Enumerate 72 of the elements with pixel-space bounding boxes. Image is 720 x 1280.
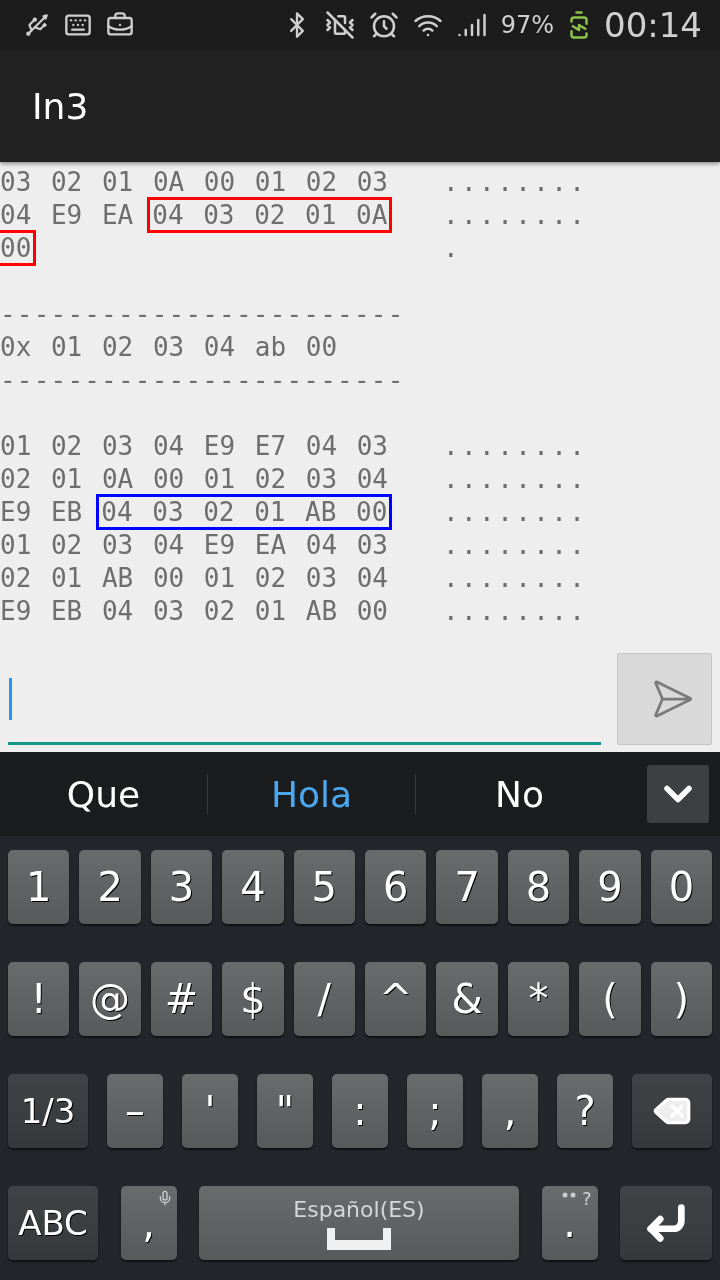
suggestion[interactable]: Que — [0, 773, 207, 815]
highlighted-bytes: 00 — [0, 232, 34, 263]
hex-bytes: 02 01 0A 00 01 02 03 04 — [0, 463, 389, 494]
key[interactable]: 4 — [222, 850, 284, 924]
app-title: In3 — [32, 85, 89, 127]
briefcase-icon — [106, 11, 134, 39]
key[interactable]: & — [436, 962, 498, 1036]
hex-bytes: 01 02 03 04 E9 E7 04 03 — [0, 430, 389, 461]
key[interactable]: ) — [650, 962, 713, 1036]
battery-percent: 97% — [500, 11, 554, 39]
suggestion[interactable]: Hola — [208, 773, 415, 815]
suggestion[interactable]: No — [416, 773, 623, 815]
key[interactable]: @ — [79, 962, 141, 1036]
key[interactable]: ' — [182, 1074, 238, 1148]
backspace-key[interactable] — [632, 1074, 712, 1148]
separator-text: ------------------------ — [0, 364, 406, 395]
ascii-text: ........ — [443, 430, 589, 461]
key[interactable]: , — [120, 1186, 177, 1260]
hex-bytes: 01 02 03 04 E9 EA 04 03 — [0, 529, 389, 560]
key[interactable]: ( — [579, 962, 641, 1036]
ascii-text: ........ — [443, 562, 589, 593]
key[interactable]: 8 — [507, 850, 570, 924]
key[interactable]: ? — [557, 1074, 613, 1148]
key[interactable]: 0 — [650, 850, 713, 924]
dots-icon — [561, 1192, 576, 1198]
ascii-text: ........ — [443, 199, 589, 230]
key[interactable]: # — [150, 962, 213, 1036]
mode-key[interactable]: 1/3 — [8, 1074, 88, 1148]
enter-key[interactable] — [620, 1186, 712, 1260]
key-hint: ? — [581, 1188, 592, 1209]
key[interactable]: ! — [8, 962, 70, 1036]
hex-bytes: 04 E9 EA — [0, 199, 134, 230]
key[interactable]: " — [257, 1074, 313, 1148]
key[interactable]: / — [293, 962, 356, 1036]
key[interactable]: 3 — [150, 850, 213, 924]
key[interactable]: $ — [222, 962, 284, 1036]
key[interactable]: 9 — [579, 850, 641, 924]
hex-bytes: 03 02 01 0A 00 01 02 03 — [0, 166, 389, 197]
key[interactable]: 5 — [293, 850, 356, 924]
send-button[interactable] — [617, 652, 712, 745]
highlighted-bytes: 04 03 02 01 0A — [150, 199, 390, 230]
space-icon — [327, 1227, 391, 1250]
highlighted-bytes: 04 03 02 01 AB 00 — [99, 496, 390, 527]
expand-button[interactable] — [647, 765, 709, 823]
alarm-icon — [368, 10, 399, 40]
ascii-text: ........ — [443, 166, 589, 197]
message-text: 0x 01 02 03 04 ab 00 — [0, 331, 339, 362]
key[interactable]: 6 — [365, 850, 427, 924]
mode-key[interactable]: ABC — [8, 1186, 98, 1260]
ascii-text: ........ — [443, 496, 589, 527]
ascii-text: ........ — [443, 595, 589, 626]
space-key[interactable]: Español(ES) — [199, 1186, 519, 1260]
hex-bytes: E9 EB — [0, 496, 83, 527]
hex-bytes: E9 EB 04 03 02 01 AB 00 — [0, 595, 389, 626]
key[interactable]: * — [507, 962, 570, 1036]
key[interactable]: : — [332, 1074, 388, 1148]
clock: 00:14 — [604, 5, 702, 45]
ascii-text: ........ — [443, 463, 589, 494]
vibrate-off-icon — [324, 10, 355, 40]
key[interactable]: , — [482, 1074, 538, 1148]
key[interactable]: – — [107, 1074, 163, 1148]
key[interactable]: .? — [541, 1186, 598, 1260]
key[interactable]: 7 — [436, 850, 498, 924]
key[interactable]: 1 — [8, 850, 70, 924]
usb-icon — [24, 12, 50, 38]
separator-text: ------------------------ — [0, 298, 406, 329]
ascii-text: . — [443, 232, 463, 263]
ascii-text: ........ — [443, 529, 589, 560]
key[interactable]: 2 — [79, 850, 141, 924]
key[interactable]: ^ — [365, 962, 427, 1036]
hex-bytes: 02 01 AB 00 01 02 03 04 — [0, 562, 389, 593]
key[interactable]: ; — [407, 1074, 463, 1148]
